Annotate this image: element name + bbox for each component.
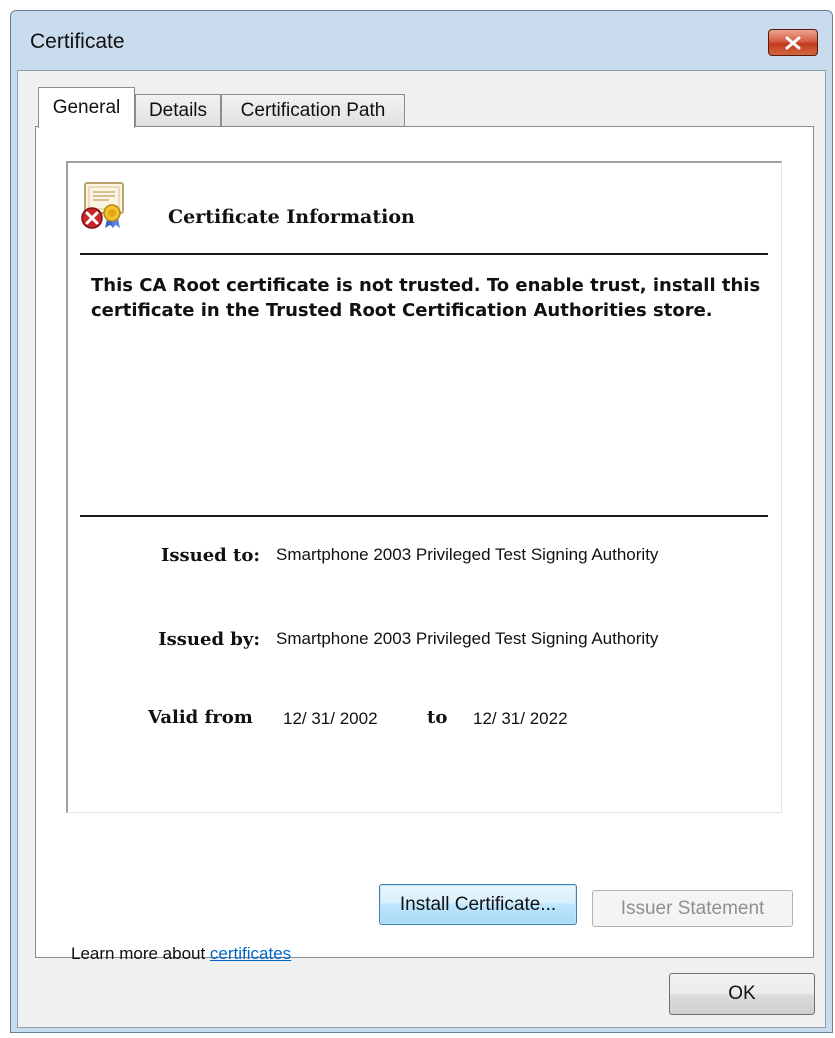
tab-general[interactable]: General [38,87,135,128]
certificates-link[interactable]: certificates [210,944,291,963]
valid-to-value: 12/ 31/ 2022 [473,709,568,728]
issued-by-label: Issued by: [158,629,260,650]
issued-to-value: Smartphone 2003 Privileged Test Signing … [276,545,659,564]
close-icon [785,36,801,49]
issuer-statement-label: Issuer Statement [620,897,765,919]
tab-label: Details [148,100,208,121]
issuer-statement-button: Issuer Statement [592,890,793,927]
install-certificate-button[interactable]: Install Certificate... [379,884,577,925]
tab-label: Certification Path [240,100,386,121]
certificate-info-title: Certificate Information [168,206,415,228]
issued-by-value: Smartphone 2003 Privileged Test Signing … [276,629,659,648]
tab-certification-path[interactable]: Certification Path [221,94,405,127]
window-title: Certificate [30,30,125,53]
ok-label: OK [728,983,756,1004]
learn-more-text: Learn more about certificates [71,944,291,964]
general-tab-page: Certificate Information This CA Root cer… [35,126,814,963]
valid-from-value: 12/ 31/ 2002 [283,709,378,728]
valid-from-label: Valid from [148,707,253,728]
title-bar[interactable]: Certificate [11,11,832,69]
ok-button[interactable]: OK [669,973,815,1015]
certificate-dialog: Certificate General Details Certificatio… [10,10,833,1033]
learn-more-prefix: Learn more about [71,944,210,963]
certificate-info-box: Certificate Information This CA Root cer… [66,161,782,813]
tab-details[interactable]: Details [135,94,221,127]
tab-label: General [52,97,121,118]
trust-warning-text: This CA Root certificate is not trusted.… [91,275,761,321]
install-certificate-label: Install Certificate... [399,893,557,915]
header-divider [80,253,768,255]
close-button[interactable] [768,29,818,56]
fields-divider [80,515,768,517]
issued-to-label: Issued to: [160,545,260,566]
certificate-error-icon [81,182,124,229]
valid-to-label: to [427,707,448,728]
dialog-client-area: General Details Certification Path Certi… [17,70,826,1028]
